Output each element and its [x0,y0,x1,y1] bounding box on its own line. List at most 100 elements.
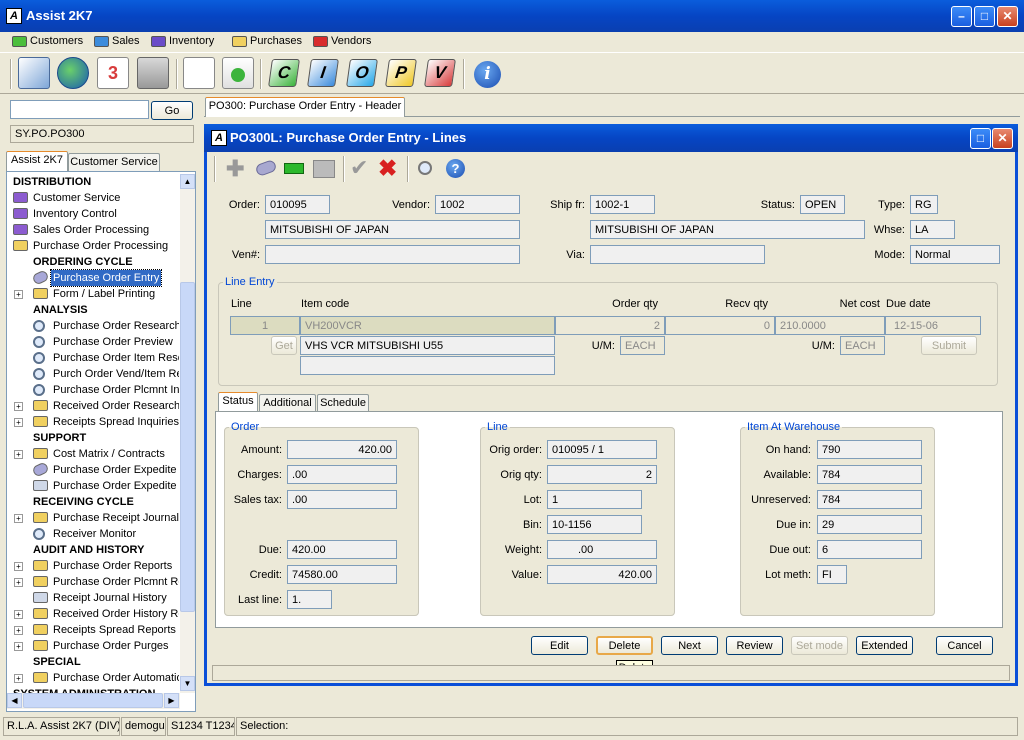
customers-c-icon[interactable]: C [268,59,300,87]
mode-field[interactable] [910,245,1000,264]
minimize-icon[interactable]: – [951,6,972,27]
expand-icon[interactable]: + [14,514,23,523]
amount-field[interactable] [287,440,397,459]
due-out-field[interactable] [817,540,922,559]
go-button[interactable]: Go [151,101,193,120]
expand-icon[interactable]: + [14,578,23,587]
tree-item[interactable]: Purchase Order Preview [7,334,179,350]
available-field[interactable] [817,465,922,484]
credit-field[interactable] [287,565,397,584]
tree-item[interactable]: Purchase Order Expedite R [7,478,179,494]
extended-button[interactable]: Extended [856,636,913,655]
edit-button[interactable]: Edit [531,636,588,655]
expand-icon[interactable]: + [14,642,23,651]
lot-field[interactable] [547,490,642,509]
cancel-button[interactable]: Cancel [936,636,993,655]
menu-purchases[interactable]: Purchases [230,33,302,49]
tab-status[interactable]: Status [218,392,258,412]
review-button[interactable]: Review [726,636,783,655]
orders-o-icon[interactable]: O [346,59,378,87]
due-field[interactable] [287,540,397,559]
sales-tax-field[interactable] [287,490,397,509]
due-date-field[interactable] [885,316,981,335]
bin-field[interactable] [547,515,642,534]
net-cost-field[interactable] [775,316,885,335]
order-field[interactable] [265,195,330,214]
recv-qty-field[interactable] [665,316,775,335]
calendar-icon[interactable]: 3 [97,57,129,89]
last-line-field[interactable] [287,590,332,609]
tree-horizontal-scrollbar[interactable]: ◀ ▶ [7,693,180,709]
tree-item[interactable]: + Form / Label Printing [7,286,179,302]
weight-field[interactable] [547,540,657,559]
scroll-left-icon[interactable]: ◀ [7,693,22,708]
inventory-i-icon[interactable]: I [307,59,339,87]
um-field[interactable] [620,336,665,355]
scroll-up-icon[interactable]: ▲ [180,174,195,189]
order-qty-field[interactable] [555,316,665,335]
expand-icon[interactable]: + [14,418,23,427]
tab-schedule[interactable]: Schedule [317,394,369,412]
tree-item[interactable]: Purchase Order Item Resea [7,350,179,366]
tree-item[interactable]: + Purchase Order Purges [7,638,179,654]
status-field[interactable] [800,195,845,214]
delete-button[interactable]: Delete [596,636,653,655]
tree-item[interactable]: + Purchase Order Plcmnt Rep [7,574,179,590]
value-field[interactable] [547,565,657,584]
tree-item[interactable]: Purchase Order Plcmnt Inq [7,382,179,398]
ship-from-field[interactable] [590,195,655,214]
info-icon[interactable]: i [474,61,501,88]
expand-icon[interactable]: + [14,674,23,683]
close-icon[interactable]: ✕ [997,6,1018,27]
submit-button[interactable]: Submit [921,336,977,355]
tree-item[interactable]: + Cost Matrix / Contracts [7,446,179,462]
scroll-down-icon[interactable]: ▼ [180,676,195,691]
orig-order-field[interactable] [547,440,657,459]
tree-item[interactable]: Purchase Order Processing [7,238,179,254]
tree-item[interactable]: Receiver Monitor [7,526,179,542]
tree-item[interactable]: Customer Service [7,190,179,206]
expand-icon[interactable]: + [14,562,23,571]
ven-number-field[interactable] [265,245,520,264]
search-icon[interactable] [418,161,432,175]
on-hand-field[interactable] [817,440,922,459]
expand-icon[interactable]: + [14,290,23,299]
maximize-icon[interactable]: □ [974,6,995,27]
hscroll-thumb[interactable] [23,693,163,708]
tree-item[interactable]: Sales Order Processing [7,222,179,238]
description2-field[interactable] [300,356,555,375]
description-field[interactable] [300,336,555,355]
tree-item[interactable]: Purchase Order Expedite E [7,461,179,478]
mail-icon[interactable] [18,57,50,89]
chart-report-icon[interactable] [222,57,254,89]
tree-item[interactable]: + Purchase Order Automatio [7,670,179,686]
tab-customer-service[interactable]: Customer Service [68,153,160,171]
tab-assist-2k7[interactable]: Assist 2K7 [6,151,68,171]
whse-field[interactable] [910,220,955,239]
menu-vendors[interactable]: Vendors [311,33,371,49]
tree-item[interactable]: + Received Order Researche [7,398,179,414]
expand-icon[interactable]: + [14,402,23,411]
add-icon[interactable]: ✚ [226,158,246,180]
vendor-field[interactable] [435,195,520,214]
purchases-p-icon[interactable]: P [385,59,417,87]
calculator-icon[interactable] [137,57,169,89]
eraser-icon[interactable] [254,158,278,178]
lot-meth-field[interactable] [817,565,847,584]
scroll-thumb[interactable] [180,282,195,612]
child-close-icon[interactable]: ✕ [992,128,1013,149]
menu-inventory[interactable]: Inventory [149,33,214,49]
record-icon[interactable] [284,163,304,174]
orig-qty-field[interactable] [547,465,657,484]
next-button[interactable]: Next [661,636,718,655]
tree-item[interactable]: + Receipts Spread Inquiries [7,414,179,430]
tree-item[interactable]: Purchase Order Research [7,318,179,334]
ship-name-field[interactable] [590,220,865,239]
scroll-right-icon[interactable]: ▶ [164,693,179,708]
expand-icon[interactable]: + [14,610,23,619]
tab-additional[interactable]: Additional [259,394,316,412]
vendors-v-icon[interactable]: V [424,59,456,87]
globe-icon[interactable] [57,57,89,89]
cancel-x-icon[interactable]: ✖ [378,157,400,180]
tree-item[interactable]: Purchase Order Entry [7,269,179,287]
